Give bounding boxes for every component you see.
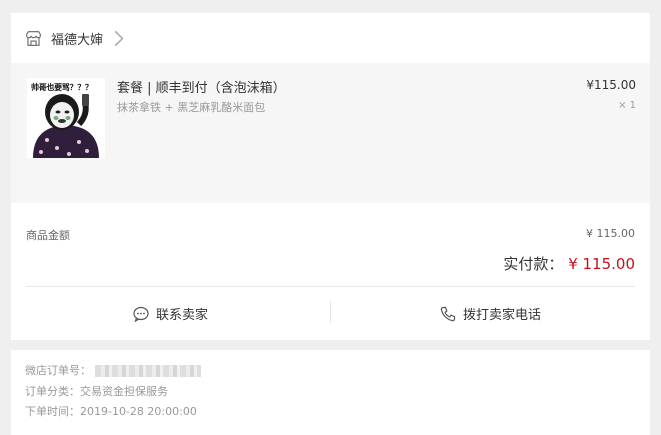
order-time-value: 2019-10-28 20:00:00 [80,405,197,418]
goods-amount-value: ¥ 115.00 [586,227,635,240]
product-thumbnail: 帅哥也要骂？？？ [27,78,105,158]
paid-amount: ¥ 115.00 [568,255,635,273]
product-item[interactable]: 帅哥也要骂？？？ 套餐 | 顺丰到付（含泡沫箱） 抹茶拿铁 + 黑芝麻乳酪米面包… [11,63,650,203]
product-title: 套餐 | 顺丰到付（含泡沫箱） [117,81,286,96]
order-info-card: 微店订单号： 订单分类：交易资金担保服务 下单时间：2019-10-28 20:… [11,350,650,435]
order-category-label: 订单分类： [25,385,80,398]
product-quantity: × 1 [618,100,636,111]
order-time-row: 下单时间：2019-10-28 20:00:00 [25,403,197,419]
chevron-right-icon [114,30,124,46]
call-seller-button[interactable]: 拨打卖家电话 [331,287,650,340]
order-number-row: 微店订单号： [25,362,201,378]
order-number-label: 微店订单号： [25,364,91,377]
order-number-redacted [95,365,201,377]
product-variant: 抹茶拿铁 + 黑芝麻乳酪米面包 [117,101,266,114]
order-time-label: 下单时间： [25,405,80,418]
shop-name: 福德大婶 [51,32,104,48]
thumbnail-caption: 帅哥也要骂？？？ [31,83,93,92]
contact-seller-label: 联系卖家 [155,308,208,323]
shop-header[interactable]: 福德大婶 [11,13,650,63]
order-card: 福德大婶 帅哥也要骂？？？ 套餐 | 顺丰到付（含泡沫箱） 抹茶拿铁 + 黑芝麻… [11,13,650,340]
chat-bubble-icon [133,306,149,322]
phone-icon [440,306,456,321]
paid-label: 实付款： [503,255,564,273]
goods-amount-label: 商品金额 [26,229,70,242]
contact-seller-button[interactable]: 联系卖家 [11,287,330,340]
order-category-value: 交易资金担保服务 [80,385,168,398]
order-category-row: 订单分类：交易资金担保服务 [25,383,168,399]
paid-total: 实付款： ¥ 115.00 [503,253,635,274]
product-price: ¥115.00 [586,78,636,92]
store-icon [26,30,41,46]
call-seller-label: 拨打卖家电话 [462,308,541,323]
